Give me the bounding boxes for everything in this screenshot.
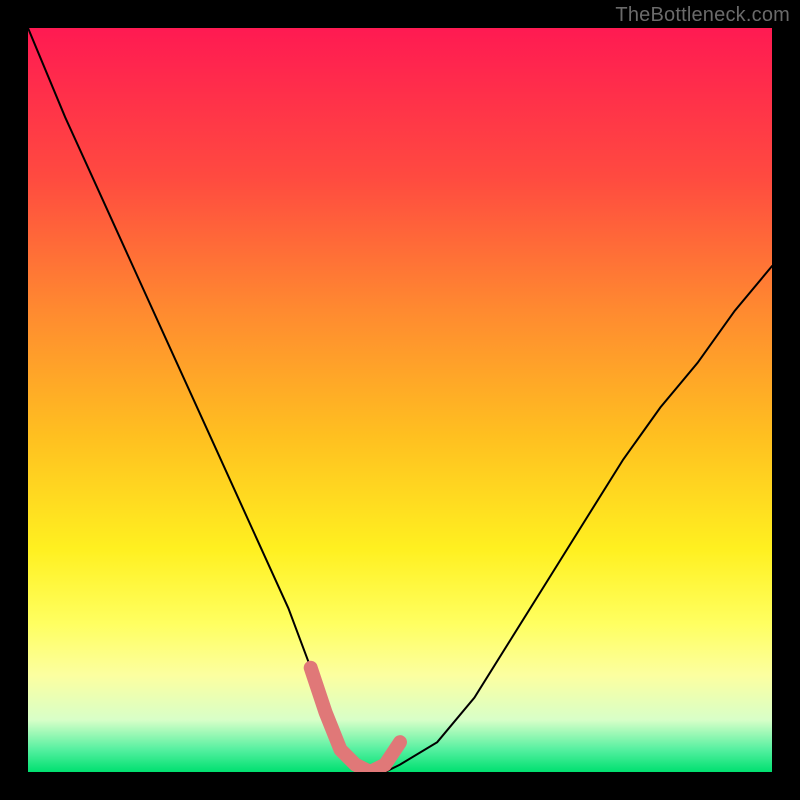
chart-frame: TheBottleneck.com	[0, 0, 800, 800]
chart-plot-area	[28, 28, 772, 772]
watermark-text: TheBottleneck.com	[615, 4, 790, 27]
chart-svg	[28, 28, 772, 772]
bottleneck-curve	[28, 28, 772, 772]
flat-zone-marker	[311, 668, 400, 772]
